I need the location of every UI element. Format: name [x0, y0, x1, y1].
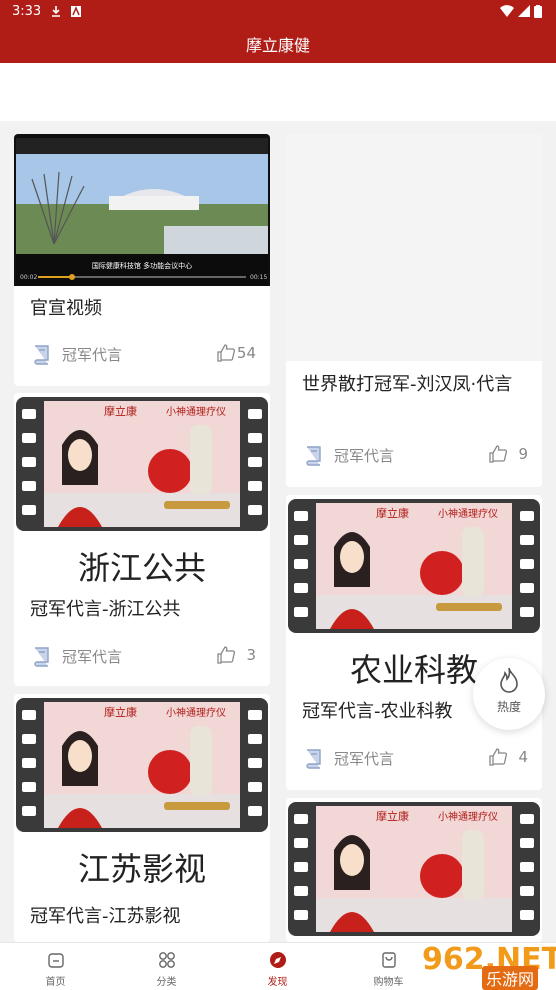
film-brand: 摩立康	[104, 705, 137, 719]
like-count: 54	[236, 344, 256, 362]
home-icon	[48, 953, 64, 968]
category-icon	[159, 952, 175, 968]
like-count: 4	[518, 748, 528, 766]
card-category: 冠军代言	[334, 447, 395, 465]
film-product: 小神通理疗仪	[438, 507, 498, 520]
card-title: 冠军代言-浙江公共	[30, 599, 181, 620]
app-bar: 摩立康健	[0, 24, 556, 63]
film-brand: 摩立康	[376, 506, 409, 520]
page-title: 摩立康健	[245, 36, 310, 55]
battery-icon	[534, 5, 542, 18]
tab-label: 发现	[267, 977, 288, 988]
film-brand: 摩立康	[104, 404, 137, 418]
status-time: 3:33	[12, 4, 42, 19]
heat-sort-button[interactable]: 热度	[473, 658, 545, 730]
film-strip-image: 摩立康 小神通理疗仪	[16, 698, 268, 832]
thumbnail-text: 江苏影视	[77, 850, 206, 888]
book-icon	[34, 345, 49, 365]
video-thumbnail[interactable]: 国际健康科技馆 多功能会议中心 00:02 00:15	[14, 134, 270, 286]
card-title: 官宣视频	[30, 298, 102, 319]
thumbs-up-icon[interactable]	[488, 444, 508, 464]
card-title: 世界散打冠军-刘汉凤·代言	[302, 374, 513, 395]
compass-icon	[270, 952, 286, 968]
film-strip-image: 摩立康 小神通理疗仪	[16, 397, 268, 531]
heat-label: 热度	[496, 700, 521, 714]
card-title: 冠军代言-江苏影视	[30, 906, 181, 927]
tab-category[interactable]: 分类	[111, 943, 222, 990]
thumbs-up-icon[interactable]	[216, 343, 236, 363]
video-caption: 国际健康科技馆 多功能会议中心	[92, 261, 192, 270]
book-icon	[34, 647, 49, 667]
tab-home[interactable]: 首页	[0, 943, 111, 990]
card-category: 冠军代言	[334, 750, 395, 768]
thumbs-up-icon[interactable]	[488, 747, 508, 767]
film-thumbnail[interactable]: 摩立康 小神通理疗仪	[286, 798, 542, 942]
fire-icon	[500, 667, 518, 693]
video-time-left: 00:02	[20, 274, 37, 281]
film-strip-image: 摩立康 小神通理疗仪	[288, 802, 540, 936]
like-count: 3	[246, 646, 256, 664]
card-meta: 冠军代言 4	[302, 746, 528, 770]
like-count: 9	[518, 445, 528, 463]
header-blank-area	[0, 63, 556, 121]
thumbnail-text: 浙江公共	[77, 549, 206, 587]
signal-icon	[518, 5, 530, 17]
feed-card-4[interactable]: 摩立康 小神通理疗仪 农业科教 冠军代言-农业科教 冠军代言 4	[286, 495, 542, 790]
card-category: 冠军代言	[62, 648, 123, 666]
image-placeholder[interactable]	[286, 134, 542, 361]
feed-card-3[interactable]: 摩立康 小神通理疗仪 浙江公共 冠军代言-浙江公共 冠军代言 3	[14, 393, 270, 686]
film-brand: 摩立康	[376, 809, 409, 823]
film-thumbnail[interactable]: 摩立康 小神通理疗仪 江苏影视	[14, 694, 270, 894]
card-meta: 冠军代言 54	[30, 342, 256, 366]
book-icon	[306, 749, 321, 769]
feed-card-6[interactable]: 摩立康 小神通理疗仪	[286, 798, 542, 942]
app-notification-icon	[71, 6, 81, 17]
feed-card-1[interactable]: 国际健康科技馆 多功能会议中心 00:02 00:15 官宣视频 冠军代言 54	[14, 134, 270, 386]
cart-icon	[382, 952, 396, 968]
feed-card-2[interactable]: 世界散打冠军-刘汉凤·代言 冠军代言 9	[286, 134, 542, 487]
card-title: 冠军代言-农业科教	[302, 701, 453, 722]
film-product: 小神通理疗仪	[438, 810, 498, 823]
card-category: 冠军代言	[62, 346, 123, 364]
film-product: 小神通理疗仪	[166, 706, 226, 719]
film-thumbnail[interactable]: 摩立康 小神通理疗仪 浙江公共	[14, 393, 270, 593]
watermark-sub: 乐游网	[482, 966, 539, 990]
site-watermark: 962.NET 乐游网	[422, 942, 556, 990]
tab-discover[interactable]: 发现	[222, 943, 333, 990]
card-meta: 冠军代言 9	[302, 443, 528, 467]
tab-label: 首页	[45, 977, 66, 988]
video-time-right: 00:15	[250, 274, 267, 281]
card-meta: 冠军代言 3	[30, 644, 256, 668]
film-product: 小神通理疗仪	[166, 405, 226, 418]
download-icon	[52, 6, 60, 17]
status-bar: 3:33	[0, 0, 556, 24]
thumbs-up-icon[interactable]	[216, 645, 236, 665]
tab-label: 分类	[156, 977, 177, 988]
feed-card-5[interactable]: 摩立康 小神通理疗仪 江苏影视 冠军代言-江苏影视	[14, 694, 270, 942]
book-icon	[306, 446, 321, 466]
wifi-icon	[500, 5, 514, 18]
film-strip-image: 摩立康 小神通理疗仪	[288, 499, 540, 633]
